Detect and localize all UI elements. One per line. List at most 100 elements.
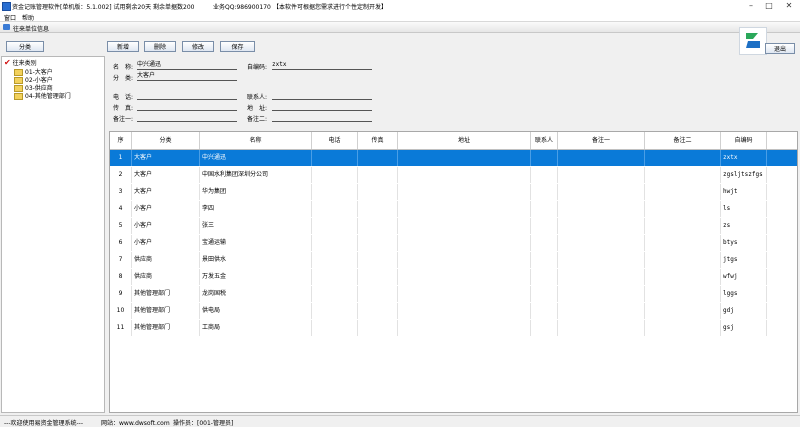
app-icon [2,2,11,11]
tree-item-label: 04-其他管理部门 [25,93,71,100]
address-field[interactable] [272,102,372,111]
category-button[interactable]: 分类 [6,41,44,52]
exit-button[interactable]: 退出 [765,43,795,54]
table-row[interactable]: 6 小客户 宝通运输 btys [110,235,797,251]
table-cell: btys [721,235,767,251]
name-field[interactable]: 中兴通迅 [137,61,237,70]
col-code[interactable]: 自编码 [721,132,767,149]
table-row[interactable]: 9 其他管理部门 龙岗国税 lggs [110,286,797,302]
col-note1[interactable]: 备注一 [558,132,645,149]
table-cell [358,252,398,268]
col-no[interactable]: 序 [110,132,132,149]
note2-field[interactable] [272,113,372,122]
tree-root[interactable]: ✔ 往来类别 [4,58,37,67]
delete-button[interactable]: 删除 [144,41,176,52]
panel-title: 往来单位信息 [13,26,50,33]
table-cell [398,235,531,251]
table-cell [558,286,645,302]
phone-field[interactable] [137,91,237,100]
table-cell: ls [721,201,767,217]
table-cell: jtgs [721,252,767,268]
close-icon[interactable]: ✕ [782,1,796,11]
custom-notice: 【本软件可根据您需求进行个性定制开发】 [273,4,388,11]
table-cell [645,235,721,251]
col-fax[interactable]: 传真 [358,132,398,149]
table-cell: 张三 [200,218,312,234]
col-note2[interactable]: 备注二 [645,132,721,149]
table-row[interactable]: 7 供应商 景田供水 jtgs [110,252,797,268]
fax-label: 传 真: [113,105,134,112]
table-cell [558,269,645,285]
category-tree: ✔ 往来类别 01-大客户 02-小客户 03-供应商 04-其他管理部门 [1,56,105,413]
edit-button[interactable]: 修改 [182,41,214,52]
table-cell [558,201,645,217]
status-welcome: ---欢迎使用易资金管理系统--- [4,420,83,427]
table-cell [531,286,558,302]
add-button[interactable]: 新增 [107,41,139,52]
table-cell [531,167,558,183]
menu-window[interactable]: 窗口 [4,13,16,22]
table-cell: 宝通运输 [200,235,312,251]
table-cell [398,167,531,183]
col-address[interactable]: 地址 [398,132,531,149]
fax-field[interactable] [137,102,237,111]
table-cell: 7 [110,252,132,268]
table-cell: 8 [110,269,132,285]
table-row[interactable]: 3 大客户 华为集团 hwjt [110,184,797,200]
table-cell: 3 [110,184,132,200]
tree-item-other-dept[interactable]: 04-其他管理部门 [14,91,71,100]
table-cell [358,167,398,183]
table-cell: 4 [110,201,132,217]
tree-root-label: 往来类别 [12,60,37,67]
table-cell [531,235,558,251]
title-bar: 资金记账管理软件[单机版：5.1.002] 试用剩余20天 剩余单据数200 业… [0,0,800,12]
table-cell: 1 [110,150,132,166]
maximize-icon[interactable]: □ [762,1,776,11]
menu-help[interactable]: 帮助 [22,13,34,22]
table-cell [558,218,645,234]
table-cell [312,235,358,251]
note1-field[interactable] [137,113,237,122]
table-cell [312,218,358,234]
table-cell [398,184,531,200]
table-cell [531,201,558,217]
table-row[interactable]: 8 供应商 万发五金 wfwj [110,269,797,285]
table-cell [645,252,721,268]
table-cell: zxtx [721,150,767,166]
table-cell [358,184,398,200]
table-cell [645,320,721,336]
col-phone[interactable]: 电话 [312,132,358,149]
code-label: 自编码: [247,64,268,71]
col-name[interactable]: 名称 [200,132,312,149]
table-cell: 其他管理部门 [132,303,200,319]
table-row[interactable]: 11 其他管理部门 工商局 gsj [110,320,797,336]
table-cell [531,320,558,336]
table-cell [398,150,531,166]
table-cell [558,252,645,268]
table-cell: 景田供水 [200,252,312,268]
qq-contact: 业务QQ:986900170 [213,4,271,11]
table-row[interactable]: 1 大客户 中兴通迅 zxtx [110,150,797,166]
minimize-icon[interactable]: – [744,1,758,11]
table-cell [312,167,358,183]
table-cell [398,269,531,285]
contact-field[interactable] [272,91,372,100]
save-button[interactable]: 保存 [220,41,255,52]
table-row[interactable]: 4 小客户 李四 ls [110,201,797,217]
table-cell: 供电局 [200,303,312,319]
table-cell [558,184,645,200]
panel-icon [3,24,10,30]
status-operator: 操作员：[001-管理员] [173,420,234,427]
col-contact[interactable]: 联系人 [531,132,558,149]
col-category[interactable]: 分类 [132,132,200,149]
category-field[interactable]: 大客户 [137,72,237,81]
code-field[interactable]: zxtx [272,61,372,70]
table-row[interactable]: 10 其他管理部门 供电局 gdj [110,303,797,319]
table-cell: 其他管理部门 [132,320,200,336]
table-row[interactable]: 2 大客户 中国水利集团深圳分公司 zgsljtszfgs [110,167,797,183]
table-cell: 李四 [200,201,312,217]
table-cell [312,269,358,285]
table-cell: 中国水利集团深圳分公司 [200,167,312,183]
note1-label: 备注一: [113,116,134,123]
table-row[interactable]: 5 小客户 张三 zs [110,218,797,234]
